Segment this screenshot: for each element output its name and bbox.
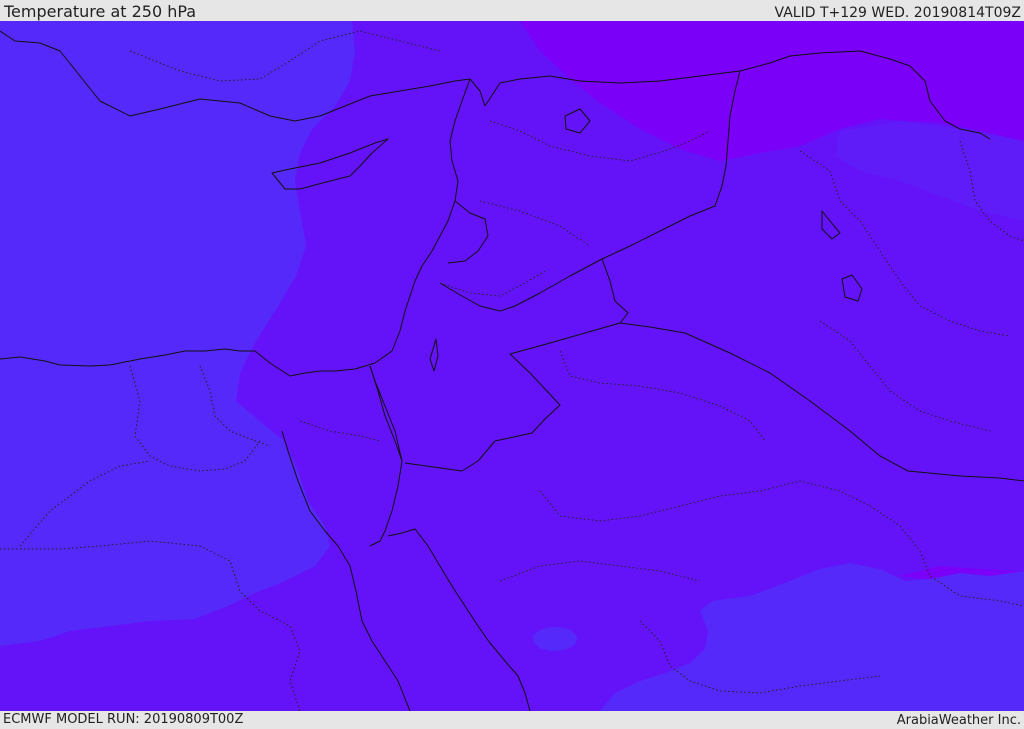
model-run-label: ECMWF MODEL RUN: 20190809T00Z <box>3 712 244 727</box>
temperature-band-cool-patch <box>533 627 577 651</box>
header-bar: Temperature at 250 hPa VALID T+129 WED. … <box>0 0 1024 21</box>
map-canvas <box>0 21 1024 711</box>
map-title: Temperature at 250 hPa <box>4 2 197 21</box>
valid-time-label: VALID T+129 WED. 20190814T09Z <box>774 5 1021 21</box>
map-frame: Temperature at 250 hPa VALID T+129 WED. … <box>0 0 1024 729</box>
credit-label: ArabiaWeather Inc. <box>896 713 1021 728</box>
footer-bar: ECMWF MODEL RUN: 20190809T00Z ArabiaWeat… <box>0 711 1024 729</box>
weather-map[interactable] <box>0 21 1024 711</box>
